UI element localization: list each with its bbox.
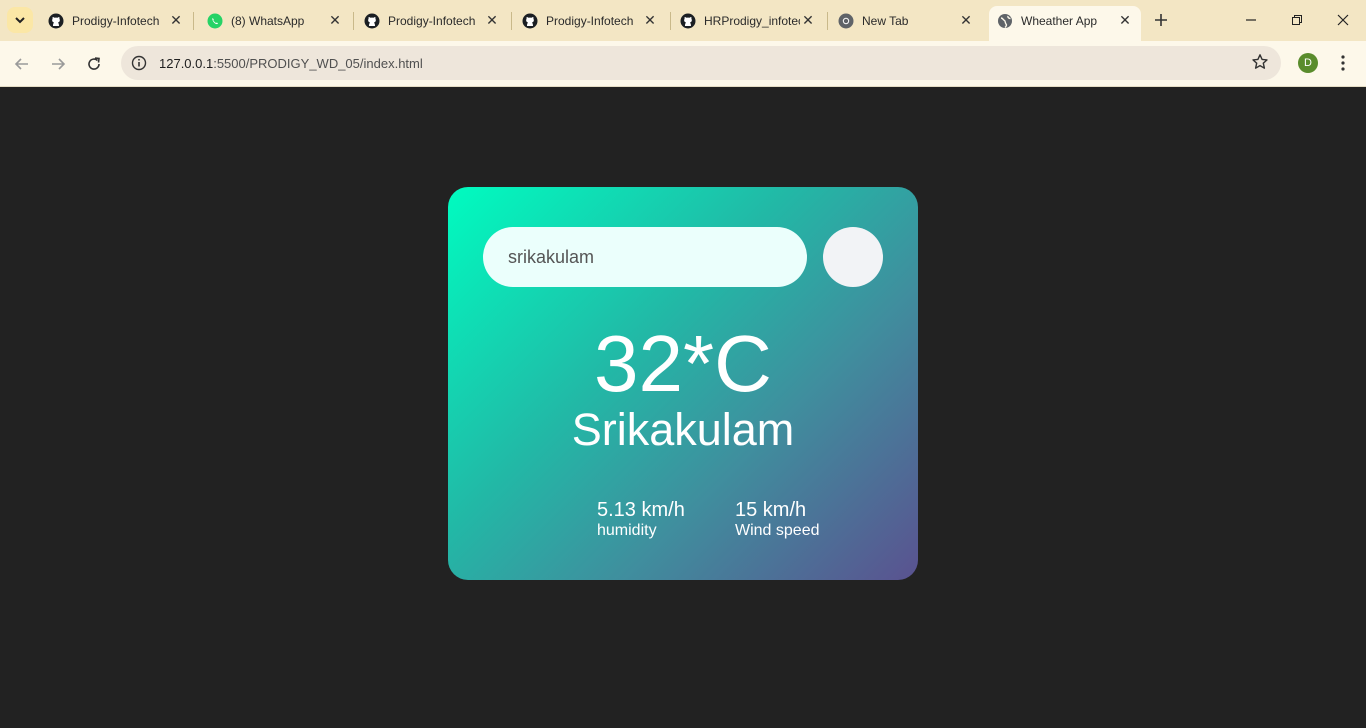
close-window-button[interactable] [1320, 6, 1366, 34]
site-info-icon[interactable] [129, 53, 149, 73]
github-icon [364, 13, 380, 29]
arrow-left-icon [14, 58, 28, 70]
minimize-button[interactable] [1228, 6, 1274, 34]
restore-button[interactable] [1274, 6, 1320, 34]
tab-title: HRProdigy_infotech [704, 13, 800, 28]
url-host: 127.0.0.1 [159, 55, 214, 71]
close-icon[interactable]: ✕ [958, 12, 974, 29]
wind-label: Wind speed [735, 522, 820, 539]
browser-toolbar: 127.0.0.1:5500/PRODIGY_WD_05/index.html … [0, 41, 1366, 87]
tab-title: Prodigy-Infotech [72, 13, 160, 28]
url-text: 127.0.0.1:5500/PRODIGY_WD_05/index.html [159, 56, 423, 71]
city-name: Srikakulam [571, 404, 795, 455]
forward-button[interactable] [44, 50, 72, 78]
tab-strip: Prodigy-Infotech ✕ (8) WhatsApp ✕ Prodig… [0, 0, 1366, 41]
weather-card: 32*C Srikakulam 5.13 km/h humidity 15 km… [448, 187, 918, 580]
tab-wheather-app[interactable]: Wheather App ✕ [989, 6, 1141, 41]
chevron-down-icon [15, 17, 25, 24]
reload-button[interactable] [80, 50, 108, 78]
back-button[interactable] [8, 50, 36, 78]
close-icon[interactable]: ✕ [642, 12, 658, 29]
close-icon[interactable]: ✕ [327, 12, 343, 29]
city-search-input[interactable] [483, 227, 807, 287]
github-icon [680, 13, 696, 29]
close-window-icon [1337, 14, 1349, 26]
humidity-value: 5.13 km/h [597, 499, 685, 521]
tab-separator [670, 12, 671, 30]
wind-value: 15 km/h [735, 499, 807, 521]
github-icon [522, 13, 538, 29]
globe-icon [997, 13, 1013, 29]
tab-separator [353, 12, 354, 30]
kebab-menu-icon [1341, 55, 1345, 71]
tab-title: Prodigy-Infotech [388, 13, 476, 28]
plus-icon [1155, 14, 1167, 26]
tab-prodigy-3[interactable]: Prodigy-Infotech ✕ [514, 6, 666, 35]
bookmark-star-icon[interactable] [1251, 53, 1271, 73]
close-icon[interactable]: ✕ [484, 12, 500, 29]
humidity-label: humidity [597, 522, 657, 539]
tab-separator [827, 12, 828, 30]
tab-prodigy-1[interactable]: Prodigy-Infotech ✕ [40, 6, 192, 35]
chrome-icon [838, 13, 854, 29]
tab-search-button[interactable] [7, 7, 33, 33]
tab-separator [193, 12, 194, 30]
tab-title: New Tab [862, 13, 909, 28]
url-path: :5500/PRODIGY_WD_05/index.html [213, 55, 423, 71]
tab-prodigy-2[interactable]: Prodigy-Infotech ✕ [356, 6, 508, 35]
wind-detail: 15 km/h Wind speed [735, 499, 820, 541]
minimize-icon [1246, 19, 1256, 21]
search-button[interactable] [823, 227, 883, 287]
more-menu-button[interactable] [1333, 51, 1353, 75]
tab-hrprodigy[interactable]: HRProdigy_infotech ✕ [672, 6, 824, 35]
restore-icon [1292, 15, 1302, 25]
address-bar[interactable]: 127.0.0.1:5500/PRODIGY_WD_05/index.html [121, 46, 1281, 80]
whatsapp-icon [207, 13, 223, 29]
github-icon [48, 13, 64, 29]
tab-separator [511, 12, 512, 30]
new-tab-button[interactable] [1151, 10, 1171, 30]
temperature: 32*C [594, 319, 772, 408]
reload-icon [88, 57, 100, 70]
close-icon[interactable]: ✕ [168, 12, 184, 29]
tab-title: (8) WhatsApp [231, 13, 305, 28]
arrow-right-icon [52, 58, 66, 70]
close-icon[interactable]: ✕ [800, 12, 816, 29]
humidity-detail: 5.13 km/h humidity [597, 499, 685, 541]
close-icon[interactable]: ✕ [1117, 12, 1133, 29]
tab-title: Wheather App [1021, 13, 1098, 28]
tab-whatsapp[interactable]: (8) WhatsApp ✕ [199, 6, 351, 35]
tab-title: Prodigy-Infotech [546, 13, 634, 28]
tab-new-tab[interactable]: New Tab ✕ [830, 6, 982, 35]
profile-avatar[interactable]: D [1298, 53, 1318, 73]
